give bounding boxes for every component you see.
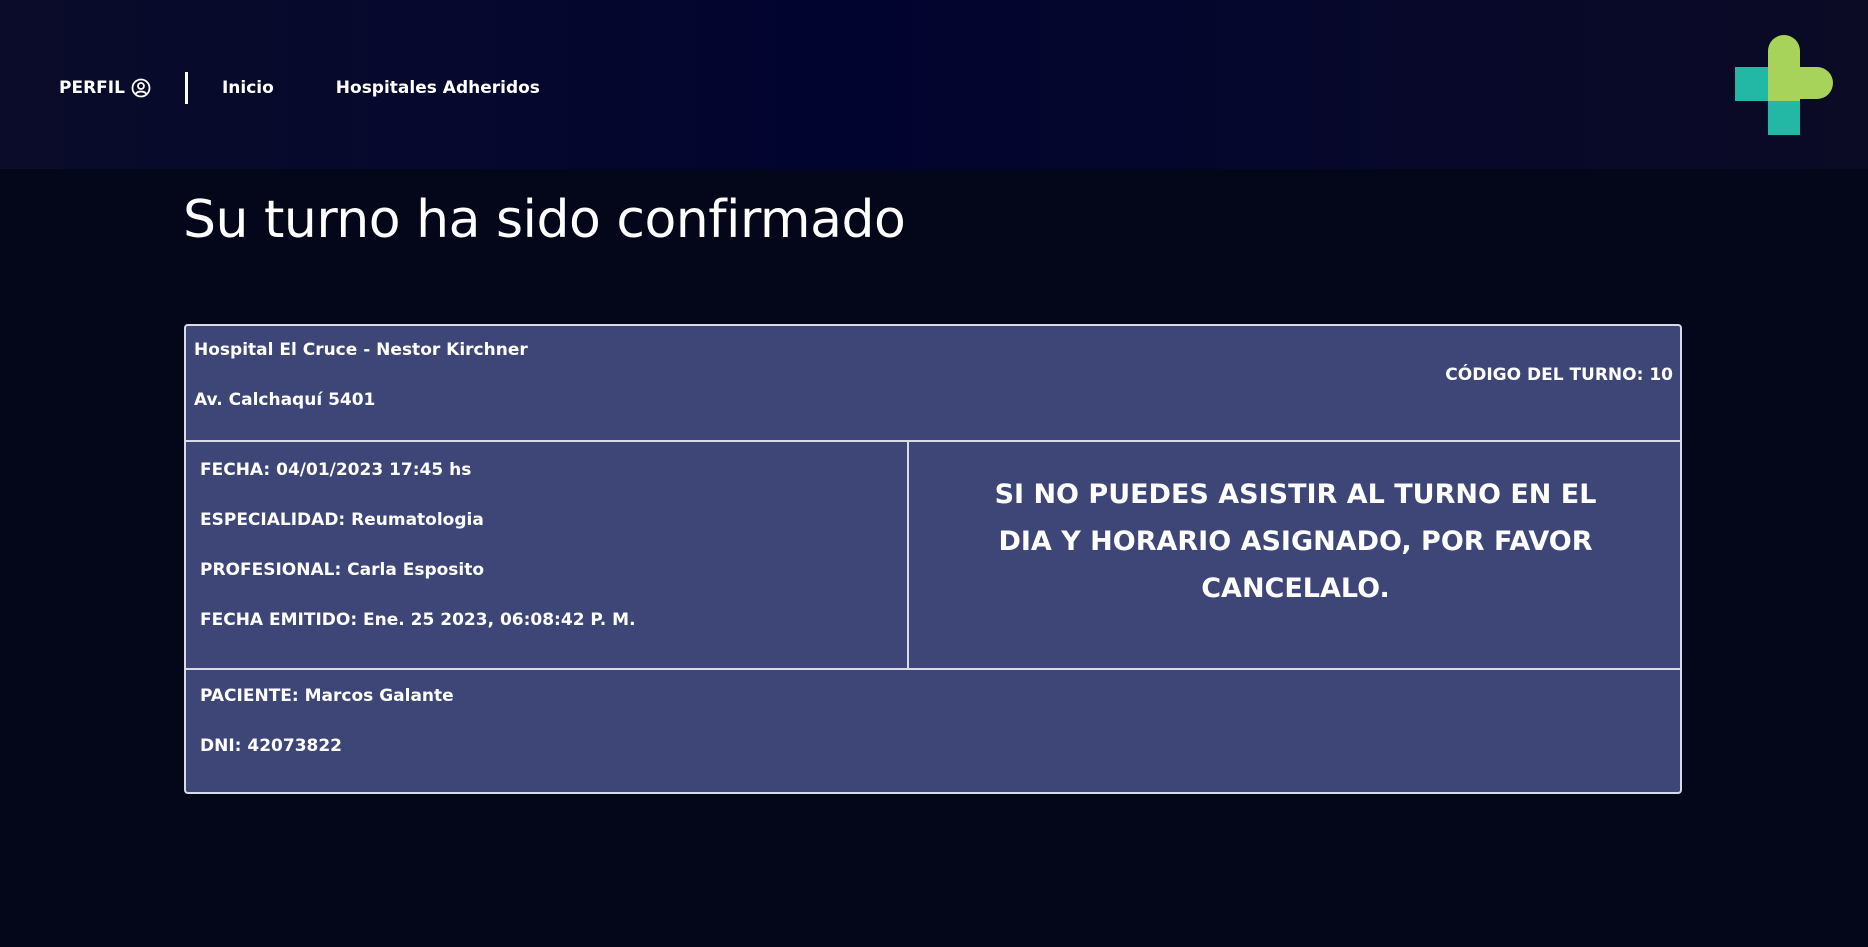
nav-link-hospitales-adheridos[interactable]: Hospitales Adheridos — [336, 78, 540, 98]
user-circle-icon — [131, 78, 151, 98]
appointment-ticket: Hospital El Cruce - Nestor Kirchner Av. … — [184, 324, 1682, 794]
ticket-details-section: FECHA: 04/01/2023 17:45 hs ESPECIALIDAD:… — [186, 442, 1680, 670]
appointment-specialty: ESPECIALIDAD: Reumatologia — [200, 510, 484, 530]
appointment-date: FECHA: 04/01/2023 17:45 hs — [200, 460, 472, 480]
page-title: Su turno ha sido confirmado — [183, 190, 906, 250]
cancel-warning-text: SI NO PUEDES ASISTIR AL TURNO EN EL DIA … — [994, 478, 1597, 604]
profile-label: PERFIL — [59, 78, 125, 98]
top-header: PERFIL Inicio Hospitales Adheridos — [0, 0, 1868, 169]
turn-code: CÓDIGO DEL TURNO: 10 — [1445, 365, 1673, 385]
patient-dni: DNI: 42073822 — [200, 736, 343, 756]
appointment-professional: PROFESIONAL: Carla Esposito — [200, 560, 485, 580]
main-nav: PERFIL Inicio Hospitales Adheridos — [59, 72, 602, 104]
nav-divider — [184, 72, 188, 104]
appointment-details: FECHA: 04/01/2023 17:45 hs ESPECIALIDAD:… — [186, 442, 909, 668]
nav-link-inicio[interactable]: Inicio — [222, 78, 274, 98]
cancel-warning: SI NO PUEDES ASISTIR AL TURNO EN EL DIA … — [909, 442, 1682, 668]
ticket-patient-section: PACIENTE: Marcos Galante DNI: 42073822 — [186, 670, 1680, 794]
medical-cross-logo[interactable] — [1735, 35, 1835, 135]
patient-name: PACIENTE: Marcos Galante — [200, 686, 454, 706]
appointment-issued-date: FECHA EMITIDO: Ene. 25 2023, 06:08:42 P.… — [200, 610, 636, 630]
hospital-address: Av. Calchaquí 5401 — [194, 390, 376, 410]
profile-link[interactable]: PERFIL — [59, 78, 151, 98]
hospital-name: Hospital El Cruce - Nestor Kirchner — [194, 340, 528, 360]
ticket-hospital-section: Hospital El Cruce - Nestor Kirchner Av. … — [186, 326, 1680, 442]
